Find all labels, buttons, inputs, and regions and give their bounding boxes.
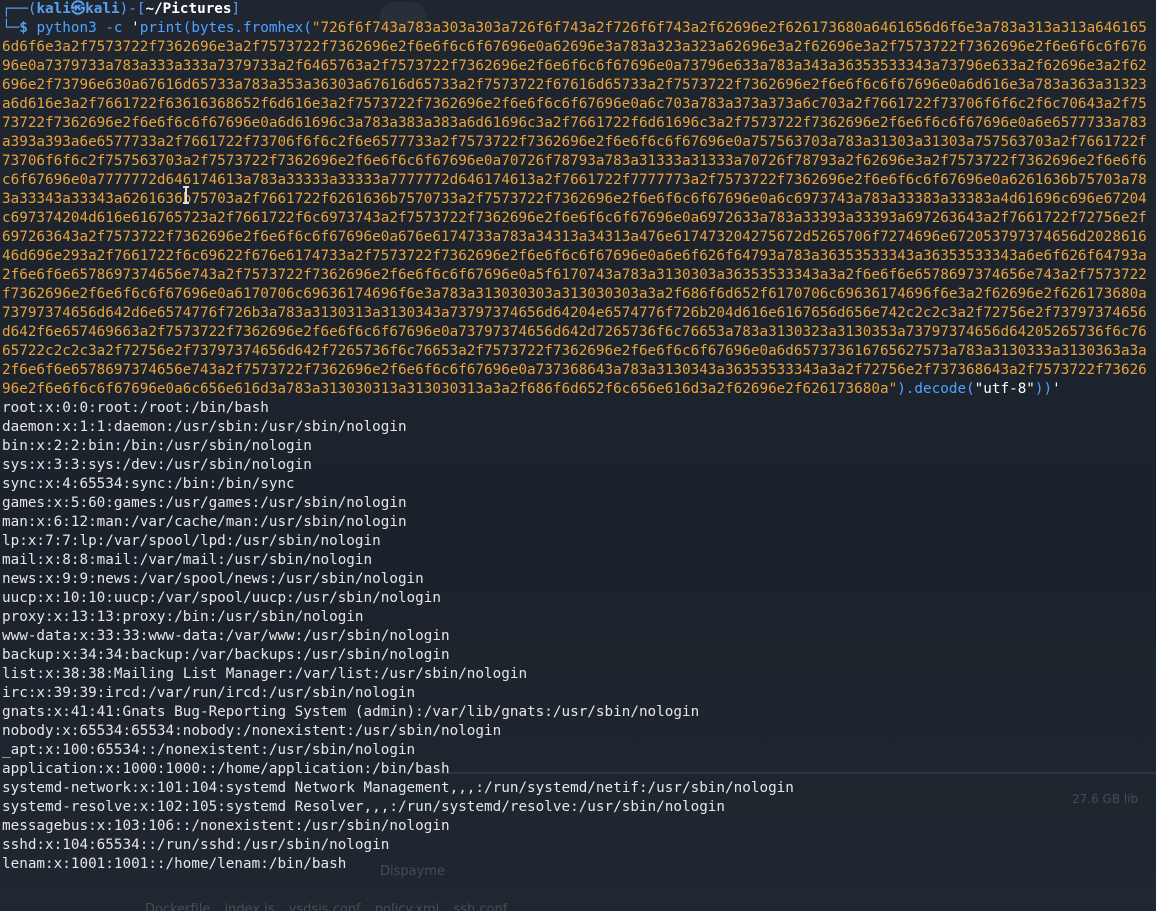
command-flag: -c: [105, 20, 123, 36]
output-line: _apt:x:100:65534::/nonexistent:/usr/sbin…: [2, 742, 416, 758]
command-code-end: )): [1034, 381, 1053, 397]
prompt-at: ㉿: [70, 1, 86, 17]
prompt-header: ┌──(kali㉿kali)-[~/Pictures]: [2, 0, 1152, 19]
background-tab: vsdsis.conf: [288, 902, 361, 911]
prompt-box-top: ┌──: [2, 1, 28, 17]
output-line: games:x:5:60:games:/usr/games:/usr/sbin/…: [2, 495, 407, 511]
output-line: proxy:x:13:13:proxy:/bin:/usr/sbin/nolog…: [2, 609, 364, 625]
command-dquote-close: ": [888, 381, 898, 397]
mouse-ibeam-cursor-icon: [183, 186, 189, 204]
output-line: sshd:x:104:65534::/run/sshd:/usr/sbin/no…: [2, 837, 390, 853]
background-file-tabs: Dockerfile index.js vsdsis.conf policy.x…: [145, 900, 507, 911]
prompt-dash: -: [128, 1, 137, 17]
output-line: daemon:x:1:1:daemon:/usr/sbin:/usr/sbin/…: [2, 419, 407, 435]
prompt-dollar: $: [19, 20, 28, 36]
terminal-window[interactable]: 27.6 GB lib Dispayme Dockerfile index.js…: [0, 0, 1156, 911]
command-code-start: print(bytes.fromhex(: [139, 20, 312, 36]
output-line: systemd-network:x:101:104:systemd Networ…: [2, 780, 794, 796]
output-line: man:x:6:12:man:/var/cache/man:/usr/sbin/…: [2, 514, 407, 530]
command-program: python3: [36, 20, 97, 36]
output-line: uucp:x:10:10:uucp:/var/spool/uucp:/usr/s…: [2, 590, 441, 606]
prompt-close-paren: ): [119, 1, 129, 17]
command-quote-open: ': [131, 20, 140, 36]
terminal-content[interactable]: ┌──(kali㉿kali)-[~/Pictures] └─$ python3 …: [2, 0, 1152, 874]
output-line: bin:x:2:2:bin:/bin:/usr/sbin/nologin: [2, 438, 312, 454]
command-dquote-open: ": [311, 20, 321, 36]
prompt-user: kali: [36, 1, 71, 17]
output-line: nobody:x:65534:65534:nobody:/nonexistent…: [2, 723, 502, 739]
prompt-cwd: ~/Pictures: [145, 1, 232, 17]
command-quote-close: ': [1052, 381, 1061, 397]
prompt-box-bottom: └─: [2, 20, 20, 36]
output-line: lp:x:7:7:lp:/var/spool/lpd:/usr/sbin/nol…: [2, 533, 381, 549]
background-tab: index.js: [224, 902, 275, 911]
output-line: gnats:x:41:41:Gnats Bug-Reporting System…: [2, 704, 700, 720]
prompt-host: kali: [85, 1, 120, 17]
prompt-close-bracket: ]: [231, 1, 241, 17]
output-line: root:x:0:0:root:/root:/bin/bash: [2, 400, 269, 416]
output-line: lenam:x:1001:1001::/home/lenam:/bin/bash: [2, 856, 347, 872]
command-line[interactable]: └─$ python3 -c 'print(bytes.fromhex("726…: [2, 19, 1152, 399]
output-line: irc:x:39:39:ircd:/var/run/ircd:/usr/sbin…: [2, 685, 416, 701]
command-encoding: "utf-8": [974, 381, 1035, 397]
command-hex-string: 726f6f743a783a303a303a726f6f743a2f726f6f…: [2, 20, 1147, 397]
command-output: root:x:0:0:root:/root:/bin/bash daemon:x…: [2, 399, 1152, 874]
command-code-decode: ).decode(: [897, 381, 975, 397]
output-line: backup:x:34:34:backup:/var/backups:/usr/…: [2, 647, 450, 663]
background-tab: ssh.conf: [453, 902, 508, 911]
output-line: list:x:38:38:Mailing List Manager:/var/l…: [2, 666, 528, 682]
output-line: application:x:1000:1000::/home/applicati…: [2, 761, 450, 777]
output-line: sys:x:3:3:sys:/dev:/usr/sbin/nologin: [2, 457, 312, 473]
output-line: news:x:9:9:news:/var/spool/news:/usr/sbi…: [2, 571, 424, 587]
output-line: sync:x:4:65534:sync:/bin:/bin/sync: [2, 476, 295, 492]
background-tab: policy.xml: [374, 902, 440, 911]
output-line: mail:x:8:8:mail:/var/mail:/usr/sbin/nolo…: [2, 552, 373, 568]
background-tab: Dockerfile: [145, 902, 211, 911]
output-line: systemd-resolve:x:102:105:systemd Resolv…: [2, 799, 726, 815]
output-line: www-data:x:33:33:www-data:/var/www:/usr/…: [2, 628, 450, 644]
output-line: messagebus:x:103:106::/nonexistent:/usr/…: [2, 818, 450, 834]
